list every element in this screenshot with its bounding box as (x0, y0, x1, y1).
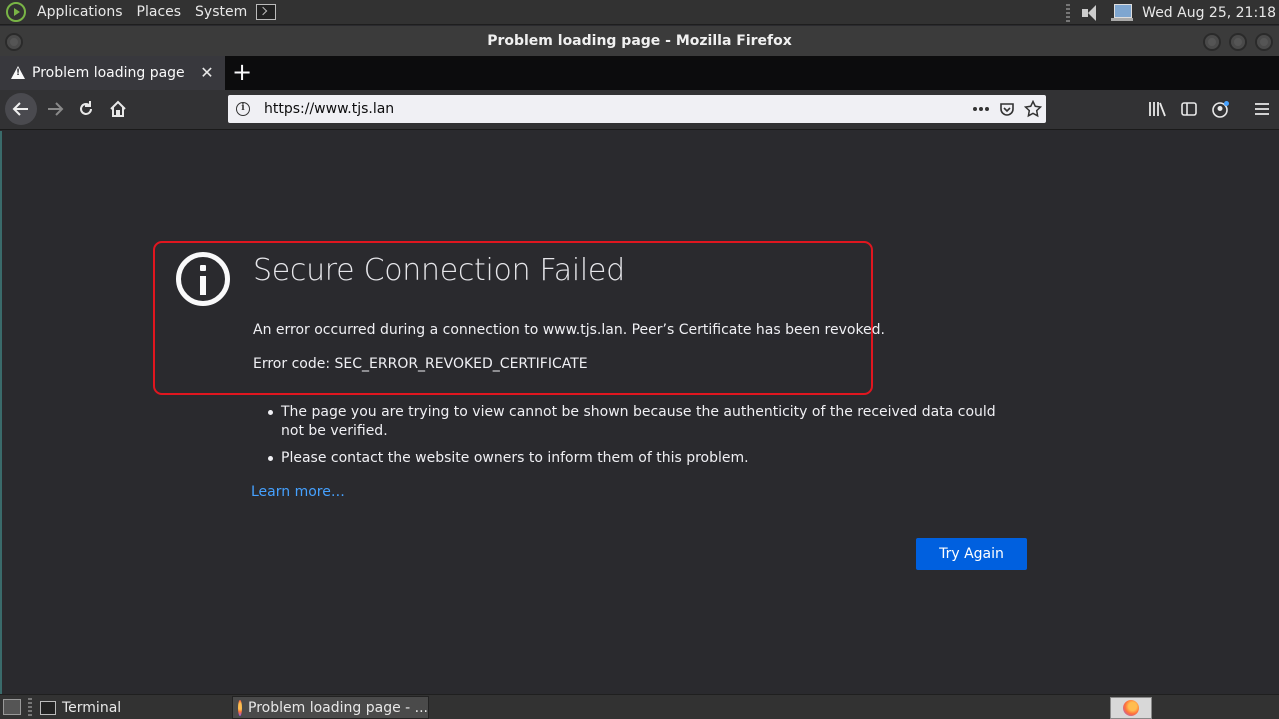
home-icon (110, 100, 126, 117)
home-button[interactable] (103, 94, 133, 124)
workspace-switcher[interactable] (1110, 697, 1152, 719)
system-tray: Wed Aug 25, 21:18 (1066, 0, 1279, 25)
error-description: An error occurred during a connection to… (253, 322, 885, 338)
navigation-bar: i https://www.tjs.lan (0, 90, 1279, 130)
menu-system[interactable]: System (188, 0, 254, 25)
task-terminal[interactable]: Terminal (34, 696, 230, 719)
terminal-launcher-icon[interactable] (256, 4, 277, 20)
clock[interactable]: Wed Aug 25, 21:18 (1142, 5, 1279, 21)
sidebar-button[interactable] (1176, 94, 1202, 124)
top-panel: Applications Places System Wed Aug 25, 2… (0, 0, 1279, 25)
warning-icon (11, 66, 25, 80)
error-highlight-box: Secure Connection Failed An error occurr… (153, 241, 885, 395)
page-content: Secure Connection Failed An error occurr… (2, 131, 1279, 694)
error-bullet-list: The page you are trying to view cannot b… (265, 403, 1015, 476)
tab-strip: Problem loading page ✕ + (0, 56, 1279, 90)
tab-label: Problem loading page (32, 65, 185, 81)
new-tab-icon[interactable]: + (231, 60, 253, 84)
panel-grip (1066, 3, 1071, 22)
reload-button[interactable] (71, 94, 101, 124)
show-desktop-icon[interactable] (3, 699, 21, 715)
window-title: Problem loading page - Mozilla Firefox (487, 33, 792, 49)
tab-problem-loading[interactable]: Problem loading page ✕ (0, 56, 225, 90)
task-label: Terminal (62, 699, 122, 716)
terminal-icon (40, 700, 56, 715)
close-window-icon[interactable] (1255, 33, 1273, 51)
try-again-button[interactable]: Try Again (916, 538, 1027, 570)
account-icon (1212, 101, 1229, 118)
volume-icon[interactable] (1080, 4, 1100, 22)
back-arrow-icon (12, 102, 28, 116)
task-label: Problem loading page - ... (248, 699, 428, 716)
sidebar-icon (1181, 102, 1197, 116)
info-icon (176, 252, 230, 306)
error-title: Secure Connection Failed (253, 253, 625, 288)
library-icon (1149, 102, 1166, 117)
site-info-icon[interactable]: i (236, 102, 250, 116)
taskbar-grip (28, 698, 32, 717)
url-input[interactable]: https://www.tjs.lan (264, 101, 968, 117)
error-code: Error code: SEC_ERROR_REVOKED_CERTIFICAT… (253, 356, 588, 372)
bottom-taskbar: Terminal Problem loading page - ... (0, 694, 1279, 719)
distro-logo-icon[interactable] (6, 2, 26, 22)
forward-arrow-icon (48, 102, 64, 116)
pocket-icon[interactable] (994, 98, 1020, 120)
minimize-icon[interactable] (1203, 33, 1221, 51)
menu-button[interactable] (1249, 94, 1275, 124)
error-bullet: The page you are trying to view cannot b… (265, 403, 1015, 441)
hamburger-icon (1255, 103, 1269, 115)
top-menu: Applications Places System (0, 0, 277, 25)
menu-applications[interactable]: Applications (30, 0, 130, 25)
library-button[interactable] (1144, 94, 1170, 124)
forward-button[interactable] (40, 94, 70, 124)
window-titlebar[interactable]: Problem loading page - Mozilla Firefox (0, 26, 1279, 56)
back-button[interactable] (5, 93, 37, 125)
url-bar[interactable]: i https://www.tjs.lan (228, 95, 1046, 123)
bookmark-star-icon[interactable] (1020, 98, 1046, 120)
page-actions-icon[interactable] (968, 98, 994, 120)
firefox-icon (1123, 700, 1139, 716)
close-tab-icon[interactable]: ✕ (199, 65, 215, 81)
learn-more-link[interactable]: Learn more… (251, 484, 345, 500)
desktop: Applications Places System Wed Aug 25, 2… (0, 0, 1279, 719)
task-firefox[interactable]: Problem loading page - ... (232, 696, 429, 719)
account-button[interactable] (1208, 94, 1234, 124)
menu-places[interactable]: Places (130, 0, 189, 25)
error-bullet: Please contact the website owners to inf… (265, 449, 1015, 468)
maximize-icon[interactable] (1229, 33, 1247, 51)
firefox-icon (238, 699, 243, 716)
network-icon[interactable] (1110, 3, 1134, 23)
reload-icon (80, 101, 92, 115)
